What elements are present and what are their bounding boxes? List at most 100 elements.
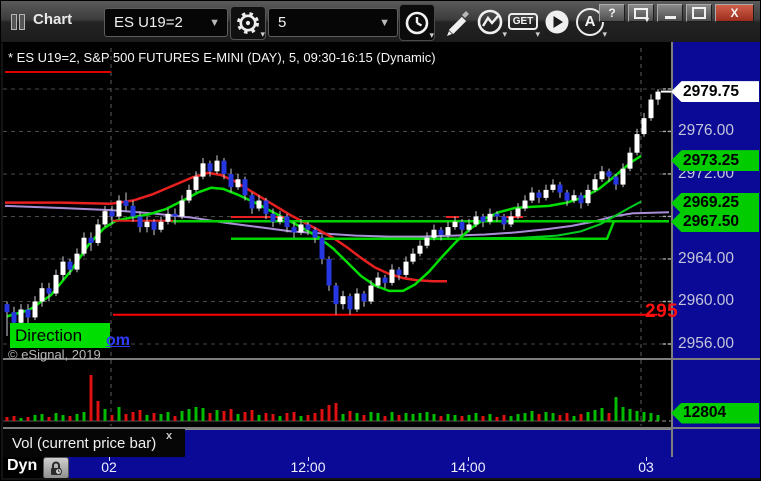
candle-body (424, 237, 430, 246)
volume-bar (159, 414, 163, 421)
candle-body (641, 118, 647, 135)
candle-body (557, 184, 563, 193)
candle-body (354, 293, 360, 310)
price-tag: 2979.75 (671, 81, 759, 103)
volume-bar (614, 397, 618, 421)
symbol-dropdown[interactable]: ES U19=2 ▼ (104, 8, 228, 37)
volume-bar (264, 413, 268, 421)
close-icon: X (730, 6, 739, 20)
tab-vol-study[interactable]: Vol (current price bar) x (3, 429, 185, 457)
chart-window-icon (11, 14, 27, 30)
candle-body (522, 200, 528, 209)
volume-bar (656, 415, 660, 421)
volume-bar (229, 409, 233, 421)
candle-body (32, 301, 38, 318)
candle-body (151, 221, 157, 230)
candle-body (4, 304, 10, 313)
candle-body (46, 288, 52, 294)
volume-bar (201, 408, 205, 421)
candle-body (291, 227, 297, 233)
close-icon[interactable]: x (166, 430, 172, 442)
volume-bar (271, 414, 275, 421)
candle-body (606, 171, 612, 177)
candle-body (95, 224, 101, 244)
volume-bar (579, 414, 583, 421)
volume-bar (551, 413, 555, 421)
help-icon: ? (608, 6, 616, 20)
candle-body (382, 277, 388, 283)
volume-bar (327, 405, 331, 421)
green-mid-ma (468, 200, 642, 240)
volume-bar (173, 416, 177, 421)
volume-bar (495, 417, 499, 421)
play-button[interactable] (540, 4, 574, 39)
volume-bar (341, 414, 345, 421)
close-button[interactable]: X (715, 4, 754, 22)
candle-body (389, 269, 395, 283)
candle-body (410, 253, 416, 262)
gear-icon (236, 11, 260, 35)
candle-body (550, 184, 556, 190)
volume-tag: 12804 (671, 402, 759, 424)
candle-body (193, 176, 199, 190)
volume-bar (635, 411, 639, 421)
volume-bar (320, 409, 324, 421)
candle-body (592, 179, 598, 190)
price-chart-canvas[interactable] (3, 42, 673, 427)
studies-button[interactable]: ▾ (473, 4, 507, 39)
popout-button[interactable] (628, 4, 654, 24)
candle-body (25, 309, 31, 318)
volume-bar (404, 413, 408, 421)
candle-body (494, 213, 500, 217)
window-title: Chart (33, 11, 73, 28)
candle-body (144, 221, 150, 228)
volume-bar (124, 414, 128, 421)
minimize-icon (664, 15, 676, 19)
candle-body (445, 227, 451, 236)
volume-bar (313, 413, 317, 421)
candle-body (438, 229, 444, 236)
volume-bar (565, 413, 569, 421)
candle-body (165, 213, 171, 222)
candle-body (270, 213, 276, 222)
volume-bar (649, 413, 653, 421)
candle-body (18, 309, 24, 323)
volume-bar (208, 413, 212, 421)
get-data-button[interactable]: GET ▾ (506, 4, 540, 39)
candle-body (627, 152, 633, 169)
volume-bar (607, 413, 611, 421)
candle-body (564, 192, 570, 201)
minimize-button[interactable] (657, 4, 683, 22)
candle-body (207, 163, 213, 172)
volume-bar (103, 409, 107, 421)
candle-body (571, 195, 577, 201)
interval-value: 5 (278, 14, 287, 31)
interval-dropdown[interactable]: 5 ▼ (268, 8, 398, 37)
candle-body (585, 189, 591, 204)
volume-bar (215, 410, 219, 421)
candle-body (536, 192, 542, 198)
price-tag: 2973.25 (671, 150, 759, 172)
help-button[interactable]: ? (599, 4, 625, 22)
volume-bar (467, 415, 471, 421)
price-axis-label: 2964.00 (678, 249, 735, 267)
volume-bar (292, 412, 296, 421)
volume-bar (138, 410, 142, 421)
pane-divider[interactable] (3, 358, 760, 360)
time-interval-button[interactable]: ▾ (399, 4, 435, 41)
volume-bar (509, 416, 513, 421)
candle-body (298, 224, 304, 233)
price-axis-label: 2956.00 (678, 335, 735, 352)
popout-icon (634, 7, 649, 24)
draw-tool-button[interactable] (441, 4, 475, 39)
volume-bar (439, 416, 443, 421)
volume-bar (432, 414, 436, 421)
volume-bar (117, 407, 121, 421)
symbol-settings-button[interactable]: ▾ (230, 6, 266, 40)
candle-body (200, 163, 206, 177)
maximize-button[interactable] (686, 4, 712, 22)
volume-bar (61, 415, 65, 421)
volume-bar (516, 414, 520, 421)
candle-body (88, 237, 94, 244)
volume-bar (166, 412, 170, 421)
